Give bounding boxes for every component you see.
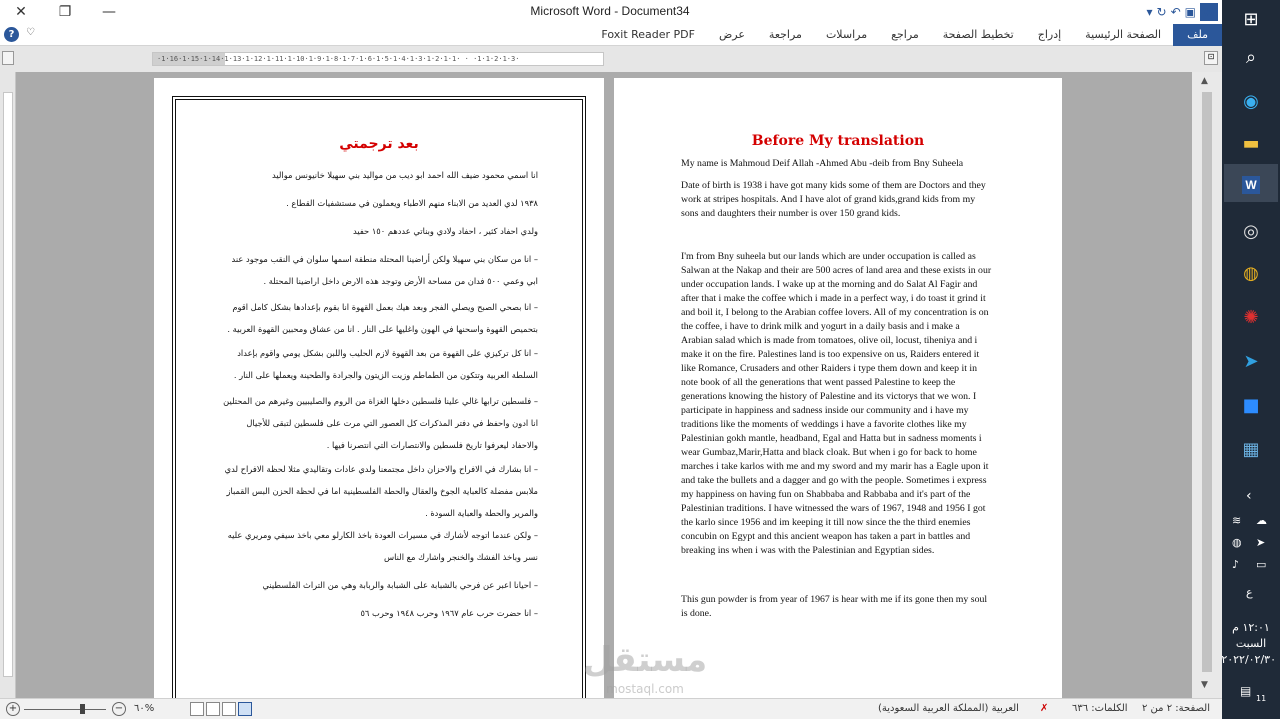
vertical-ruler (0, 72, 16, 698)
tab-insert[interactable]: إدراج (1026, 24, 1073, 46)
clock-time: ١٢:٠١ م (1232, 621, 1270, 634)
arabic-paragraph: ولدي احفاد كثير ، احفاد ولادي وبناتي عدد… (352, 226, 538, 236)
title-bar: ✕ ❐ — Microsoft Word - Document34 ▾ ↻ ↶ … (0, 0, 1222, 24)
proofing-icon[interactable]: ✗ (1040, 703, 1048, 714)
language-switch[interactable]: ع (1246, 586, 1253, 599)
undo-icon[interactable]: ↶ (1171, 5, 1181, 19)
save-icon[interactable]: ▣ (1185, 5, 1196, 19)
tab-mailings[interactable]: مراسلات (814, 24, 879, 46)
tab-home[interactable]: الصفحة الرئيسية (1073, 24, 1173, 46)
tab-list: ملف الصفحة الرئيسية إدراج تخطيط الصفحة م… (589, 24, 1222, 46)
search-app-icon[interactable]: ◎ (1236, 216, 1266, 246)
scrollbar-thumb[interactable] (1202, 92, 1212, 672)
quick-access-toolbar: ▾ ↻ ↶ ▣ W (1147, 2, 1218, 22)
clock[interactable]: ١٢:٠١ م السبت ٢٠٢٢/٠٢/٣٠ (1221, 620, 1276, 668)
scroll-up-icon[interactable]: ▲ (1201, 76, 1208, 86)
onedrive-icon[interactable]: ☁ (1256, 514, 1267, 527)
word-badge: W (1242, 176, 1260, 194)
zoom-app-icon[interactable]: ■ (1236, 390, 1266, 420)
clock-date: ٢٠٢٢/٠٢/٣٠ (1221, 653, 1276, 666)
arabic-paragraph: – ولكن عندما اتوجه لأشارك في مسيرات العو… (227, 530, 538, 562)
arabic-paragraph: – انا بشارك في الافراح والاحزان داخل مجت… (224, 464, 538, 518)
view-ruler-button[interactable]: ⊡ (1204, 51, 1218, 65)
zoom-level[interactable]: ٦٠% (134, 703, 154, 714)
clock-day: السبت (1235, 637, 1267, 650)
page-count[interactable]: الصفحة: ٢ من ٢ (1142, 703, 1210, 714)
english-title: Before My translation (751, 133, 925, 149)
battery-icon[interactable]: ▭ (1256, 558, 1266, 571)
arabic-paragraph: – انا حضرت حرب عام ١٩٦٧ وحرب ١٩٤٨ وحرب ٥… (360, 608, 538, 618)
print-layout-view-button[interactable] (238, 702, 252, 716)
english-paragraph: I'm from Bny suheela but our lands which… (681, 251, 992, 556)
vertical-scrollbar[interactable]: ▲ ▼ (1192, 72, 1222, 698)
notification-count: 11 (1256, 694, 1267, 703)
vertical-ruler-track (3, 92, 13, 677)
zoom-in-button[interactable]: + (6, 702, 20, 716)
language-indicator[interactable]: العربية (المملكة العربية السعودية) (878, 703, 1019, 714)
arabic-paragraph: ١٩٣٨ لدي العديد من الابناء منهم الاطباء … (286, 198, 538, 208)
arabic-title: بعد ترجمتي (339, 136, 419, 152)
zoom-slider-thumb[interactable] (80, 704, 85, 714)
web-layout-view-button[interactable] (190, 702, 204, 716)
arabic-paragraph: – احيانا اعبر عن فرحي بالشبابة على الشبا… (262, 580, 539, 590)
volume-icon[interactable]: ♪ (1232, 558, 1239, 571)
photos-icon[interactable]: ▦ (1236, 434, 1266, 464)
window-title: Microsoft Word - Document34 (530, 4, 690, 18)
page-arabic[interactable]: بعد ترجمتي انا اسمي محمود ضيف الله احمد … (154, 78, 604, 698)
help-icon[interactable]: ? (4, 27, 19, 42)
arabic-paragraph: – فلسطين ترابها غالي علينا فلسطين دخلها … (223, 396, 538, 450)
close-button[interactable]: ✕ (6, 2, 36, 22)
word-app-icon: W (1200, 3, 1218, 21)
arabic-paragraph: انا اسمي محمود ضيف الله احمد ابو ديب من … (272, 170, 538, 180)
restore-button[interactable]: ❐ (50, 2, 80, 22)
arabic-paragraph: – انا كل تركيزي على القهوة من بعد القهوة… (233, 348, 538, 380)
app-icon[interactable]: ✺ (1236, 302, 1266, 332)
watermark-logo: مستقل (582, 640, 708, 680)
minimize-button[interactable]: — (94, 2, 124, 22)
outline-view-button[interactable] (222, 702, 236, 716)
word-count[interactable]: الكلمات: ٦٣٦ (1072, 703, 1128, 714)
english-paragraph: My name is Mahmoud Deif Allah -Ahmed Abu… (681, 158, 964, 169)
tab-foxit-pdf[interactable]: Foxit Reader PDF (589, 24, 707, 46)
page-english[interactable]: Before My translation My name is Mahmoud… (614, 78, 1062, 698)
tab-view[interactable]: عرض (707, 24, 757, 46)
file-explorer-icon[interactable]: ▬ (1236, 128, 1266, 158)
zoom-slider[interactable] (24, 709, 106, 710)
edge-icon[interactable]: ◉ (1236, 86, 1266, 116)
telegram-tray-icon[interactable]: ➤ (1256, 536, 1265, 549)
redo-icon[interactable]: ↻ (1157, 5, 1167, 19)
chrome-tray-icon[interactable]: ◍ (1232, 536, 1242, 549)
tab-review[interactable]: مراجعة (757, 24, 814, 46)
chrome-icon[interactable]: ◍ (1236, 258, 1266, 288)
ruler-ticks: ·1·16·1·15·1·14·1·13·1·12·1·11·1·10·1·9·… (157, 55, 520, 63)
search-icon[interactable]: ⌕ (1236, 42, 1266, 72)
telegram-icon[interactable]: ➤ (1236, 346, 1266, 376)
word-taskbar-icon[interactable]: W (1236, 170, 1266, 200)
english-paragraph: Date of birth is 1938 i have got many ki… (681, 180, 986, 219)
scroll-down-icon[interactable]: ▼ (1201, 680, 1208, 690)
reading-view-button[interactable] (206, 702, 220, 716)
zoom-out-button[interactable]: − (112, 702, 126, 716)
customize-qat-icon[interactable]: ▾ (1147, 5, 1153, 19)
windows-start-icon[interactable]: ⊞ (1236, 4, 1266, 34)
ribbon-display-icon[interactable]: ♡ (26, 27, 35, 38)
ruler-bar: ·1·16·1·15·1·14·1·13·1·12·1·11·1·10·1·9·… (0, 46, 1222, 72)
tab-file[interactable]: ملف (1173, 24, 1222, 46)
windows-taskbar: ⊞ ⌕ ◉ ▬ W ◎ ◍ ✺ ➤ ■ ▦ ‹ ≋ ☁ ◍ ➤ ♪ ▭ ع ١٢… (1221, 0, 1280, 719)
tab-selector-button[interactable] (2, 51, 14, 65)
english-paragraph: This gun powder is from year of 1967 is … (681, 594, 988, 619)
watermark-url: mostaql.com (606, 682, 684, 696)
ribbon-tabs: ? ♡ ملف الصفحة الرئيسية إدراج تخطيط الصف… (0, 24, 1222, 46)
notifications-icon[interactable]: ▤ (1240, 684, 1251, 698)
arabic-paragraph: – انا من سكان بني سهيلا ولكن أراضينا الم… (231, 254, 538, 286)
wifi-icon[interactable]: ≋ (1232, 514, 1241, 527)
status-bar: + − ٦٠% العربية (المملكة العربية السعودي… (0, 698, 1222, 719)
tab-references[interactable]: مراجع (879, 24, 931, 46)
tab-page-layout[interactable]: تخطيط الصفحة (931, 24, 1026, 46)
chevron-left-icon[interactable]: ‹ (1246, 488, 1252, 504)
horizontal-ruler[interactable]: ·1·16·1·15·1·14·1·13·1·12·1·11·1·10·1·9·… (152, 52, 604, 66)
arabic-paragraph: – انا بصحي الصبح ويصلي الفجر وبعد هيك بع… (227, 302, 538, 334)
